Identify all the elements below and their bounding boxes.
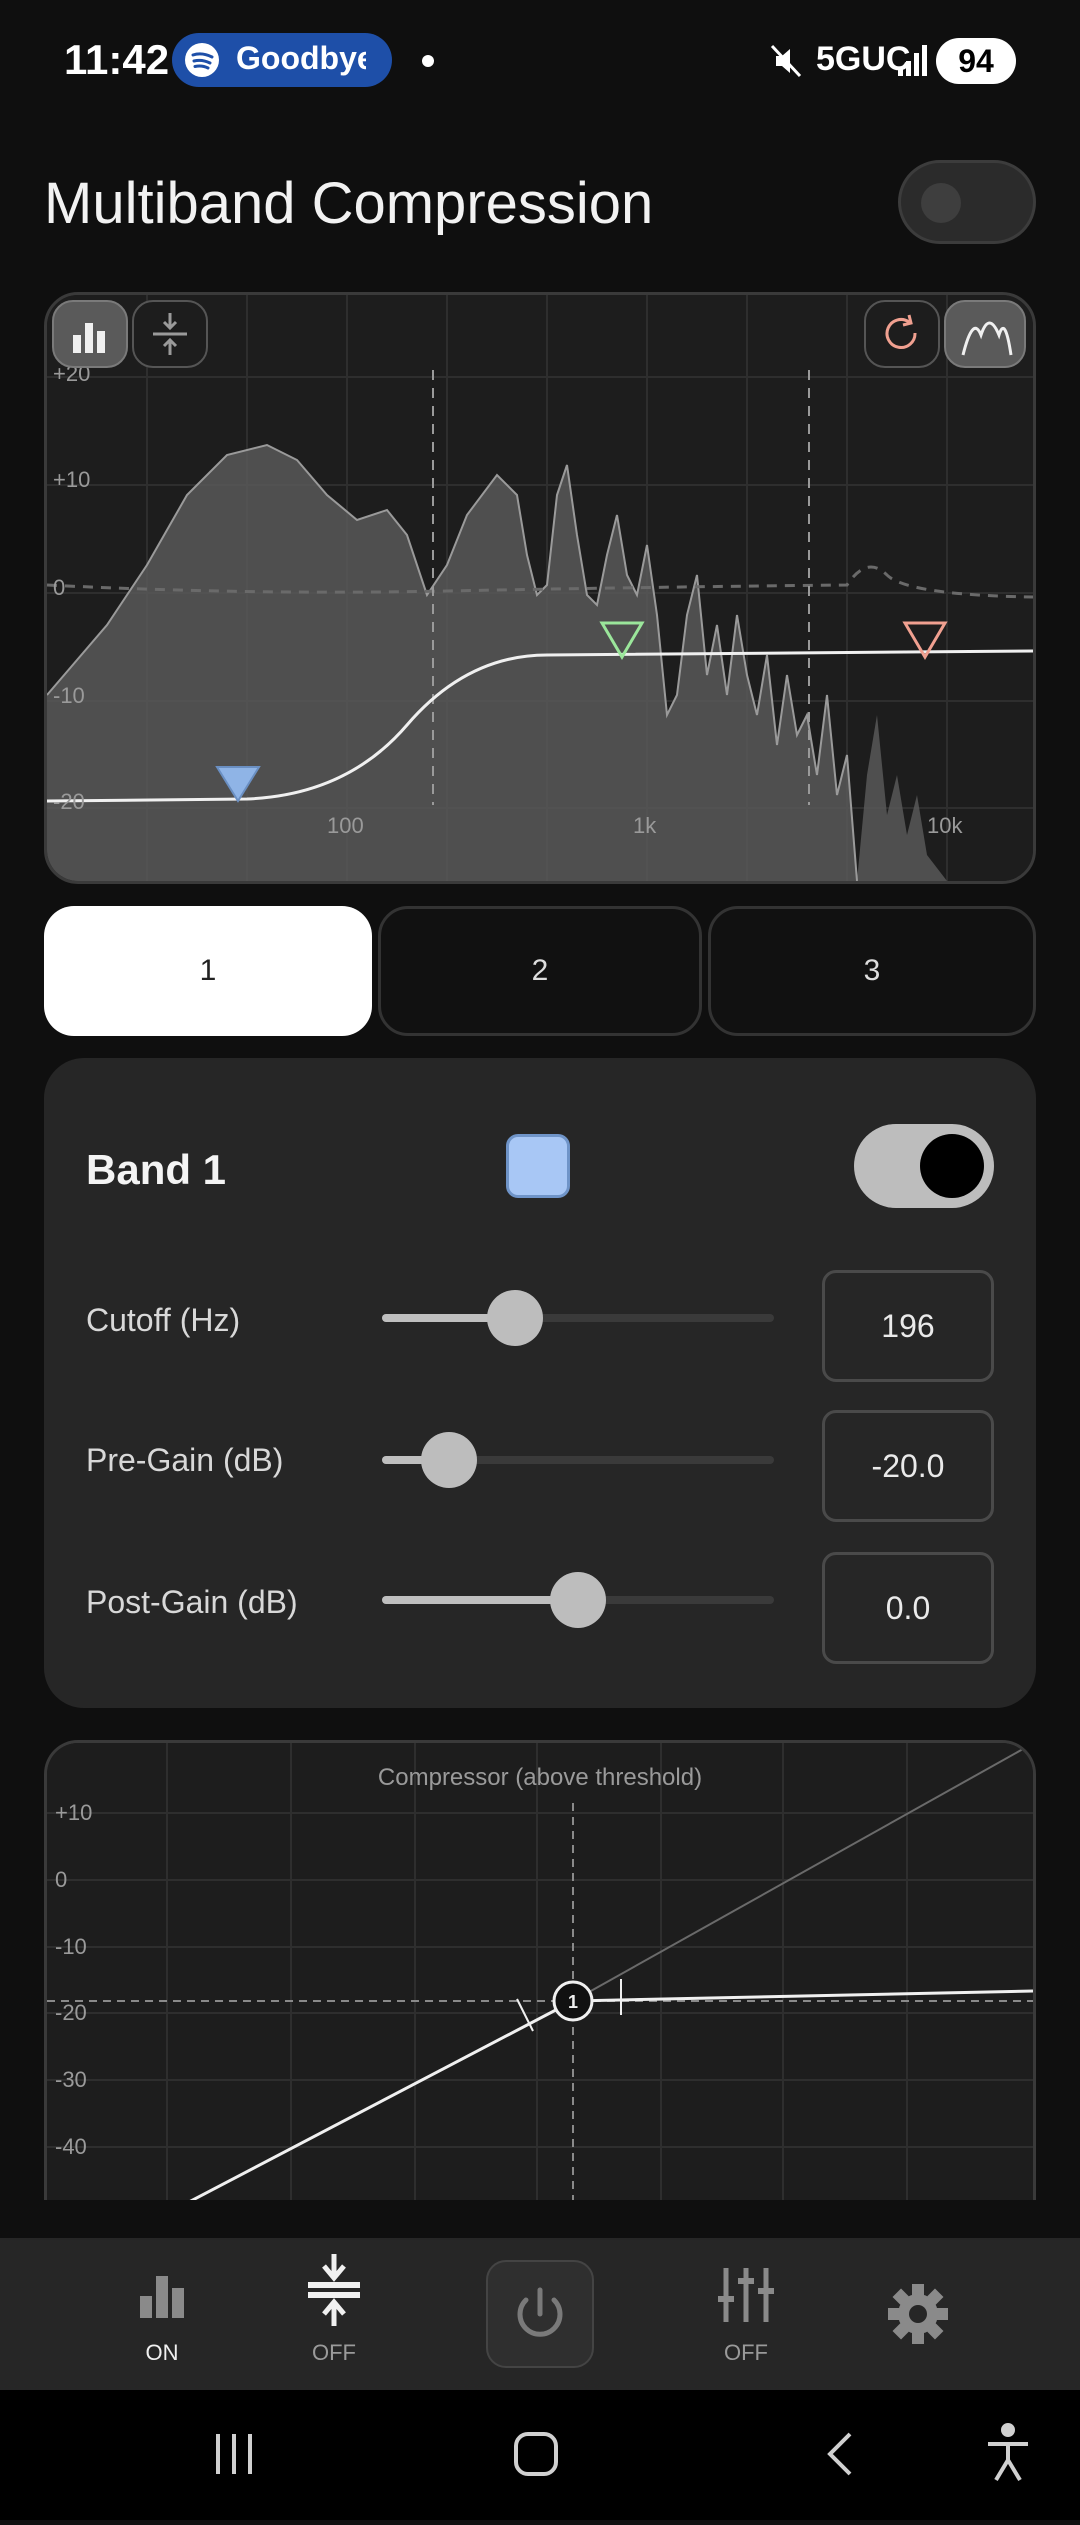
post-gain-value: 0.0 bbox=[885, 1589, 931, 1626]
band-overlay-button[interactable] bbox=[944, 300, 1026, 368]
x-tick-label: 1k bbox=[633, 813, 657, 838]
band-enable-toggle[interactable] bbox=[854, 1124, 994, 1208]
y-tick-label: -20 bbox=[55, 2000, 87, 2025]
eq-graph-canvas: +20 +10 0 -10 -20 100 1k 10k bbox=[47, 295, 1033, 881]
home-icon[interactable] bbox=[514, 2432, 558, 2476]
bar-chart-icon bbox=[140, 2276, 184, 2318]
nav-eq[interactable]: ON bbox=[92, 2238, 232, 2390]
gear-icon bbox=[888, 2284, 948, 2344]
mute-icon bbox=[770, 44, 802, 78]
cutoff-slider[interactable] bbox=[382, 1290, 774, 1346]
threshold-handle-label: 1 bbox=[568, 1992, 578, 2012]
battery-indicator: 94 bbox=[936, 38, 1016, 84]
cutoff-label: Cutoff (Hz) bbox=[86, 1302, 241, 1338]
battery-level: 94 bbox=[958, 43, 994, 79]
nav-settings[interactable] bbox=[848, 2238, 988, 2390]
system-nav-bar bbox=[0, 2390, 1080, 2520]
nav-mixer-label: OFF bbox=[724, 2340, 768, 2365]
tab-label: 3 bbox=[863, 954, 881, 987]
media-title: Goodbye bbox=[236, 40, 366, 76]
accessibility-icon[interactable] bbox=[988, 2423, 1028, 2482]
nav-eq-label: ON bbox=[145, 2340, 179, 2365]
y-tick-label: 0 bbox=[55, 1867, 67, 1892]
tab-band-3[interactable]: 3 bbox=[708, 906, 1036, 1036]
slider-thumb[interactable] bbox=[487, 1290, 544, 1346]
pre-gain-value-field[interactable]: -20.0 bbox=[822, 1410, 994, 1522]
tab-band-1[interactable]: 1 bbox=[44, 906, 372, 1036]
pre-gain-slider[interactable] bbox=[382, 1432, 774, 1488]
nav-mixer[interactable]: OFF bbox=[676, 2238, 816, 2390]
spotify-icon bbox=[185, 43, 219, 77]
y-tick-label: -40 bbox=[55, 2134, 87, 2159]
slider-thumb[interactable] bbox=[550, 1572, 606, 1628]
compressor-graph[interactable]: Compressor (above threshold) 1 +10 0 -10… bbox=[44, 1740, 1036, 2200]
y-tick-label: -30 bbox=[55, 2067, 87, 2092]
band-color-swatch[interactable] bbox=[506, 1134, 570, 1198]
post-gain-label: Post-Gain (dB) bbox=[86, 1584, 298, 1620]
nav-compressor[interactable]: OFF bbox=[264, 2238, 404, 2390]
slider-fill bbox=[382, 1596, 578, 1604]
y-tick-label: -10 bbox=[53, 683, 85, 708]
tab-band-2[interactable]: 2 bbox=[378, 906, 702, 1036]
y-tick-label: -20 bbox=[53, 789, 85, 814]
band-title: Band 1 bbox=[86, 1146, 227, 1193]
x-tick-label: 100 bbox=[327, 813, 364, 838]
compressor-graph-canvas: Compressor (above threshold) 1 +10 0 -10… bbox=[47, 1743, 1033, 2200]
eq-graph[interactable]: +20 +10 0 -10 -20 100 1k 10k bbox=[44, 292, 1036, 884]
master-toggle-knob bbox=[921, 183, 961, 223]
y-tick-label: +10 bbox=[53, 467, 90, 492]
notification-dot bbox=[422, 55, 434, 67]
tab-label: 1 bbox=[199, 954, 217, 987]
power-icon bbox=[517, 2287, 563, 2337]
pre-gain-label: Pre-Gain (dB) bbox=[86, 1442, 284, 1478]
status-bar: 11:42 Goodbye 5GUC 94 bbox=[0, 0, 1080, 120]
recents-icon[interactable] bbox=[216, 2434, 252, 2474]
power-button[interactable] bbox=[486, 2260, 594, 2368]
post-gain-slider[interactable] bbox=[382, 1572, 774, 1628]
tab-label: 2 bbox=[531, 954, 549, 987]
cutoff-value-field[interactable]: 196 bbox=[822, 1270, 994, 1382]
sliders-icon bbox=[718, 2268, 774, 2322]
post-gain-value-field[interactable]: 0.0 bbox=[822, 1552, 994, 1664]
compress-icon bbox=[308, 2254, 360, 2326]
master-toggle[interactable] bbox=[898, 160, 1036, 244]
back-icon[interactable] bbox=[827, 2432, 852, 2476]
compressor-graph-title: Compressor (above threshold) bbox=[378, 1764, 702, 1791]
slider-thumb[interactable] bbox=[420, 1432, 477, 1488]
page-title: Multiband Compression bbox=[44, 171, 654, 236]
reset-button[interactable] bbox=[864, 300, 940, 368]
y-tick-label: +10 bbox=[55, 1800, 92, 1825]
nav-compressor-label: OFF bbox=[312, 2340, 356, 2365]
status-time: 11:42 bbox=[64, 36, 170, 83]
bottom-nav: ON OFF OFF bbox=[0, 2238, 1080, 2390]
cutoff-value: 196 bbox=[881, 1307, 935, 1344]
x-tick-label: 10k bbox=[927, 813, 963, 838]
signal-icon bbox=[898, 45, 927, 76]
pre-gain-value: -20.0 bbox=[871, 1447, 945, 1484]
y-tick-label: -10 bbox=[55, 1934, 87, 1959]
band-toggle-knob bbox=[920, 1134, 984, 1198]
y-tick-label: 0 bbox=[53, 575, 65, 600]
